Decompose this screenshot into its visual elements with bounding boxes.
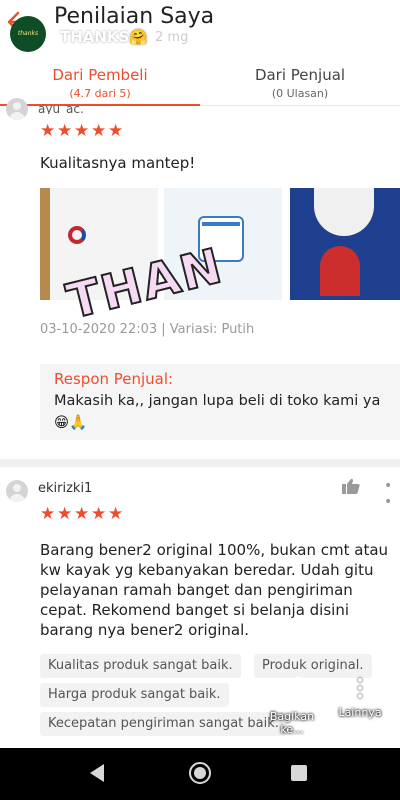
tab-from-buyer[interactable]: Dari Pembeli (4.7 dari 5) <box>0 60 200 106</box>
seller-response: Respon Penjual: Makasih ka,, jangan lupa… <box>40 364 400 440</box>
review-tag: Kualitas produk sangat baik. <box>40 654 241 678</box>
nav-recents-icon[interactable] <box>291 765 307 781</box>
review-photo[interactable] <box>290 188 400 300</box>
nav-home-icon[interactable] <box>189 762 211 784</box>
section-divider <box>0 459 400 467</box>
more-vertical-icon <box>358 678 362 698</box>
review-text: Kualitasnya mantep! <box>40 154 196 172</box>
tab-from-seller[interactable]: Dari Penjual (0 Ulasan) <box>200 60 400 105</box>
story-username: THANKS🤗 <box>60 28 149 46</box>
share-button[interactable]: Bagikan ke... <box>262 676 322 736</box>
reviewer-name: ayu_ac. <box>38 104 84 114</box>
more-options-icon[interactable] <box>384 478 400 510</box>
star-icon: ★ <box>57 121 73 141</box>
reviewer-name: ekirizki1 <box>38 481 93 496</box>
star-icon: ★ <box>40 504 56 524</box>
tab-sub: (4.7 dari 5) <box>69 87 131 100</box>
response-title: Respon Penjual: <box>54 370 174 388</box>
more-button[interactable]: Lainnya <box>330 676 390 719</box>
avatar[interactable] <box>6 480 28 502</box>
review-tabs: Dari Pembeli (4.7 dari 5) Dari Penjual (… <box>0 60 400 106</box>
review-tag: Produk original. <box>254 654 372 678</box>
avatar[interactable] <box>6 98 28 120</box>
label-tag-stripe <box>202 222 240 226</box>
story-time: 2 mg <box>155 30 189 45</box>
star-icon: ★ <box>74 504 90 524</box>
star-icon: ★ <box>57 504 73 524</box>
response-text: Makasih ka,, jangan lupa beli di toko ka… <box>54 393 381 431</box>
star-icon: ★ <box>108 504 124 524</box>
share-icon <box>280 676 303 702</box>
page-title: Penilaian Saya <box>54 4 215 29</box>
top-bar: thanks Penilaian Saya THANKS🤗 2 mg <box>0 0 400 60</box>
more-label: Lainnya <box>338 706 382 719</box>
star-rating: ★ ★ ★ ★ ★ <box>40 121 124 141</box>
star-icon: ★ <box>40 121 56 141</box>
tab-sub: (0 Ulasan) <box>271 87 329 100</box>
shirt-collar-shape <box>314 188 374 236</box>
star-rating: ★ ★ ★ ★ ★ <box>40 504 124 524</box>
star-icon: ★ <box>108 121 124 141</box>
star-icon: ★ <box>91 504 107 524</box>
review-meta: 03-10-2020 22:03 | Variasi: Putih <box>40 322 255 337</box>
review-tag: Harga produk sangat baik. <box>40 683 229 707</box>
tab-label: Dari Penjual <box>254 66 346 84</box>
story-avatar[interactable]: thanks <box>10 16 46 52</box>
system-nav-bar <box>0 748 400 800</box>
nav-back-icon[interactable] <box>90 764 104 782</box>
review-tag: Kecepatan pengiriman sangat baik. <box>40 712 287 736</box>
star-icon: ★ <box>74 121 90 141</box>
shirt-red-panel <box>320 246 360 296</box>
tab-label: Dari Pembeli <box>52 66 148 84</box>
share-label: Bagikan ke... <box>269 710 315 736</box>
star-icon: ★ <box>91 121 107 141</box>
review-text: Barang bener2 original 100%, bukan cmt a… <box>40 541 389 639</box>
thumbs-up-icon[interactable] <box>342 478 360 494</box>
brand-logo-icon <box>68 226 86 244</box>
